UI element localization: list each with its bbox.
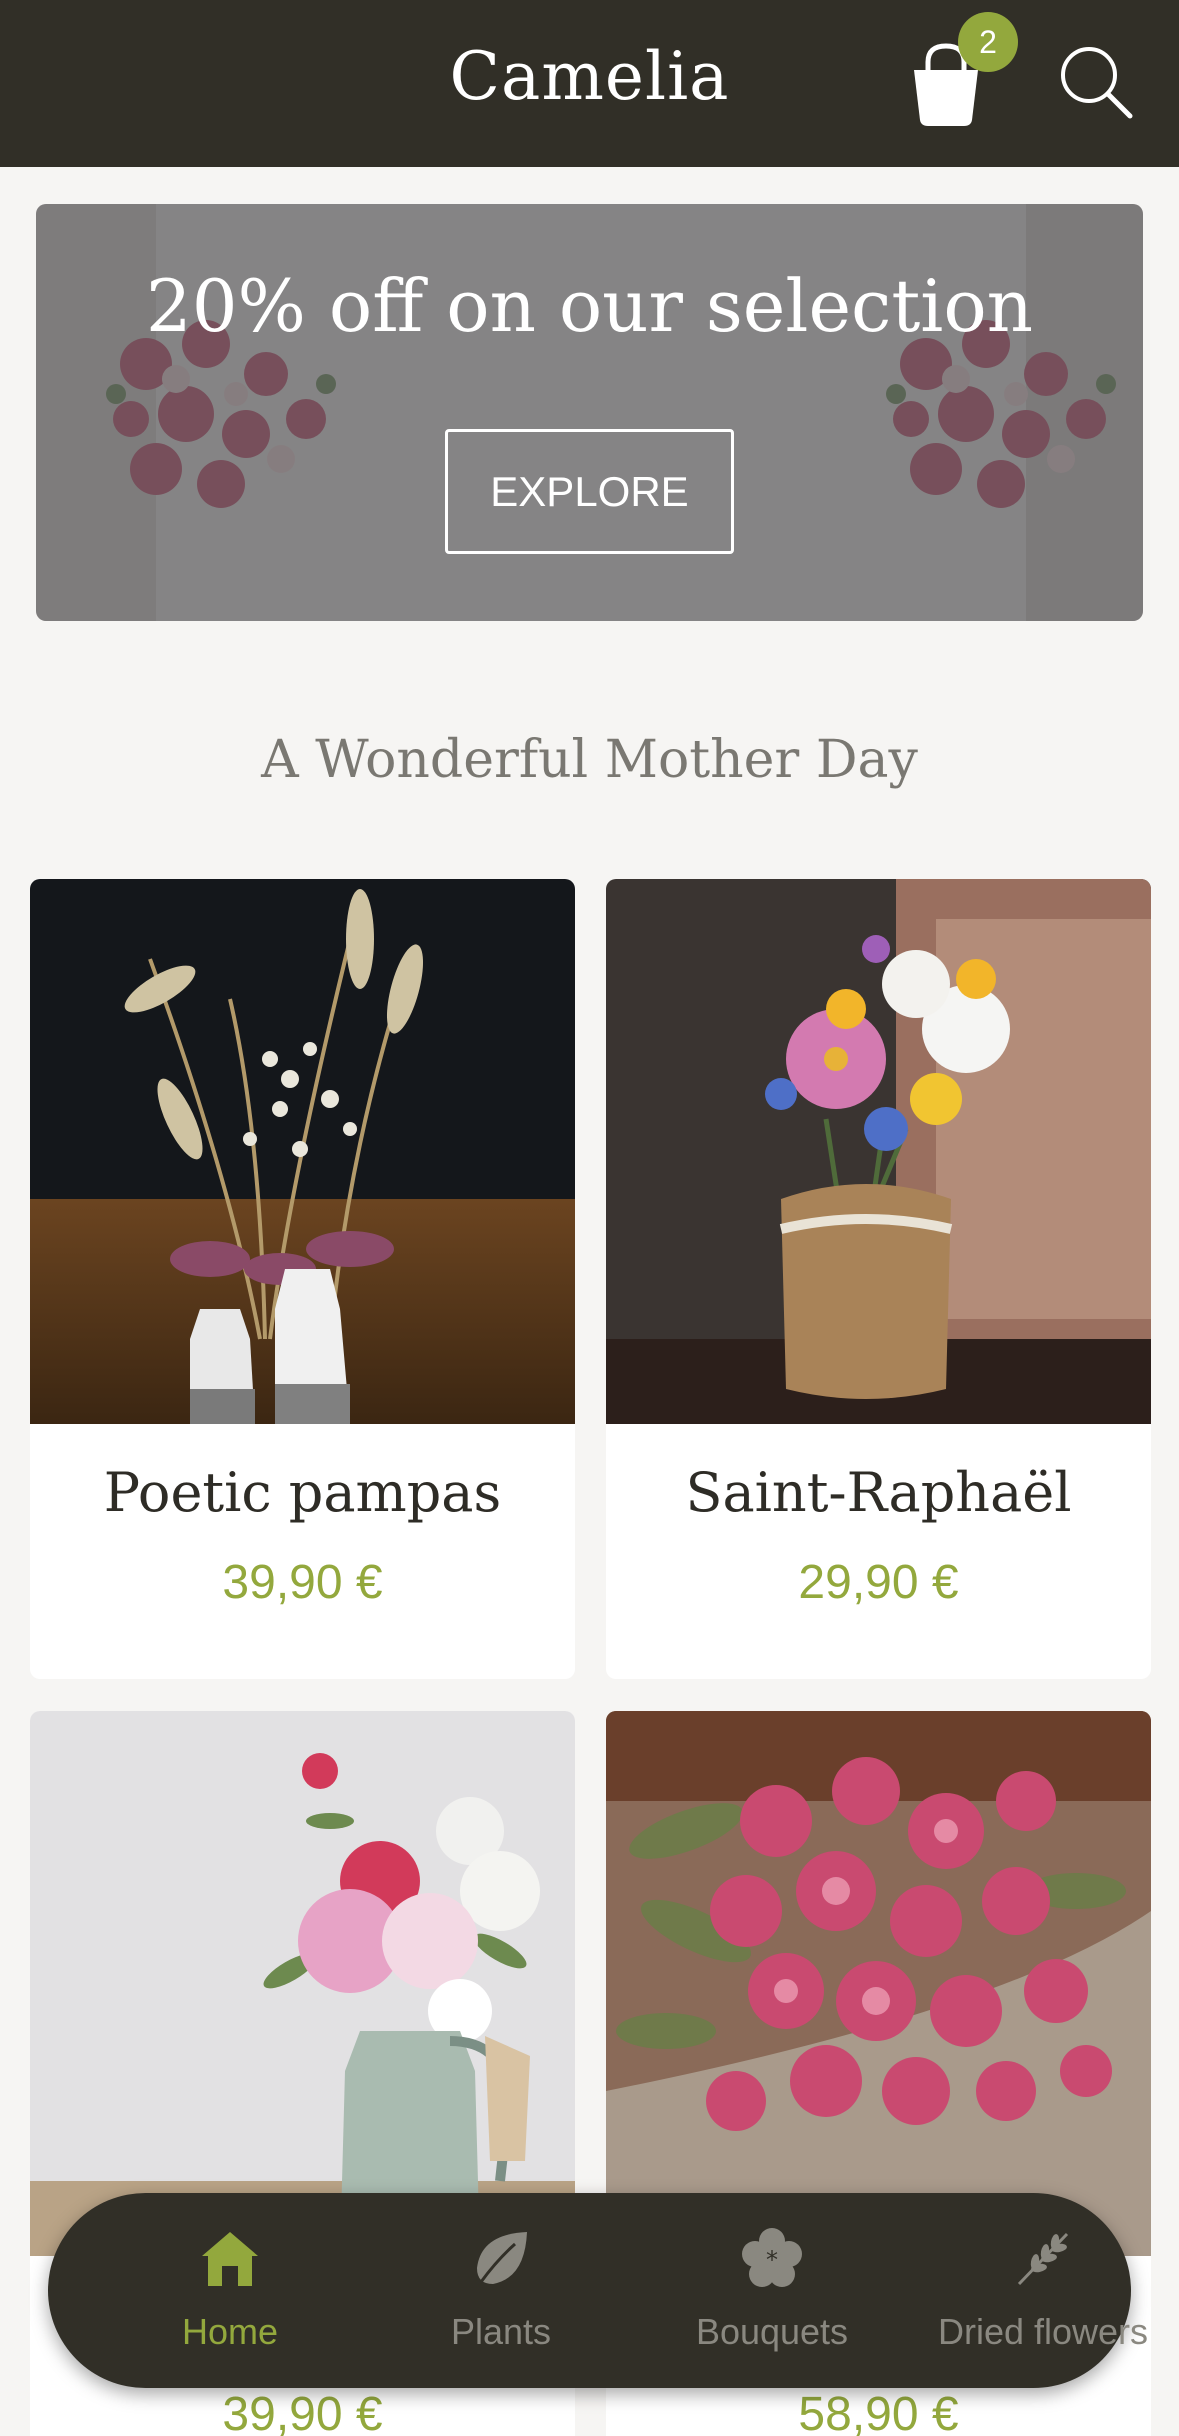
product-image[interactable] xyxy=(606,879,1151,1424)
product-image[interactable] xyxy=(30,879,575,1424)
leaf-icon xyxy=(477,2232,527,2284)
product-price: 58,90 € xyxy=(798,2388,959,2436)
product-image[interactable] xyxy=(30,1711,575,2256)
tab-plants[interactable]: Plants xyxy=(366,2193,636,2388)
promo-banner: 20% off on our selection EXPLORE xyxy=(36,204,1143,621)
product-price: 29,90 € xyxy=(798,1556,959,1609)
product-name: Poetic pampas xyxy=(103,1461,502,1524)
banner-title: 20% off on our selection xyxy=(145,264,1034,348)
app-header: Camelia 2 xyxy=(0,0,1179,167)
home-icon xyxy=(202,2232,258,2286)
flower-icon: * xyxy=(742,2228,802,2287)
product-card[interactable]: Saint-Raphaël 29,90 € xyxy=(606,879,1151,1679)
bottom-tab-bar: Home Plants * Bouquets Dried flowers xyxy=(48,2193,1148,2388)
tab-home[interactable]: Home xyxy=(95,2193,365,2388)
product-price: 39,90 € xyxy=(222,1556,383,1609)
tab-bouquets[interactable]: * Bouquets xyxy=(637,2193,907,2388)
tab-label: Plants xyxy=(450,2311,552,2352)
svg-text:*: * xyxy=(766,2246,778,2274)
explore-button[interactable]: EXPLORE xyxy=(445,429,734,554)
section-title: A Wonderful Mother Day xyxy=(261,730,918,790)
tab-label: Home xyxy=(181,2311,279,2352)
product-card[interactable]: Poetic pampas 39,90 € xyxy=(30,879,575,1679)
tab-dried-flowers[interactable]: Dried flowers xyxy=(908,2193,1178,2388)
tab-label: Dried flowers xyxy=(937,2311,1149,2352)
search-icon[interactable] xyxy=(1056,42,1136,122)
product-price: 39,90 € xyxy=(222,2388,383,2436)
tab-label: Bouquets xyxy=(695,2311,849,2352)
product-name: Saint-Raphaël xyxy=(685,1461,1072,1524)
cart-count-badge: 2 xyxy=(958,12,1018,72)
product-image[interactable] xyxy=(606,1711,1151,2256)
wheat-icon xyxy=(1017,2232,1069,2286)
